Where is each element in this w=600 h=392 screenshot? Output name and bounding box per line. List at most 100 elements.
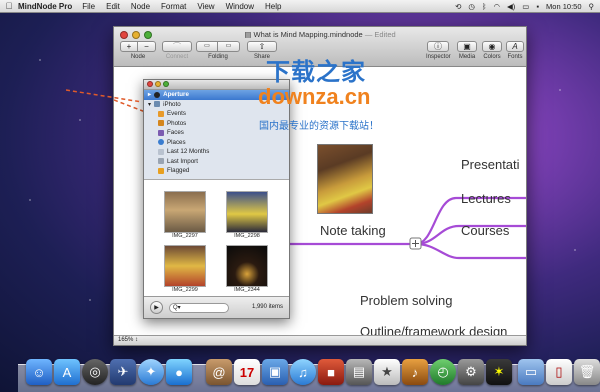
media-icon[interactable]: ▣ [457,41,477,52]
branch-presentation[interactable]: Presentati [461,157,520,172]
applications-folder-icon[interactable]: ▭ [518,359,544,385]
menu-bar:  MindNode Pro File Edit Node Format Vie… [0,0,600,13]
zoom-level[interactable]: 165% [118,337,133,343]
sync-icon[interactable]: ⟲ [455,2,461,11]
source-label: Places [167,138,186,146]
menu-window[interactable]: Window [226,2,254,11]
thumbnail-image [226,191,268,233]
address-book-icon[interactable]: @ [206,359,232,385]
ical-icon[interactable]: 17 [234,359,260,385]
source-label: Last Import [167,157,198,165]
edited-status: — Edited [364,30,396,39]
import-icon [158,158,164,165]
menu-format[interactable]: Format [161,2,186,11]
wifi-icon[interactable]: ◠ [493,2,500,11]
media-label: Media [458,54,476,60]
menu-view[interactable]: View [197,2,214,11]
source-item-places[interactable]: Places [144,138,289,148]
menubar-clock[interactable]: Mon 10:50 [546,2,581,11]
folding-group: ▭ ▭ Folding [196,41,240,60]
thumbnail-image [164,245,206,287]
node-label: Node [130,54,146,60]
add-node-button[interactable]: + [120,41,138,52]
battery-icon[interactable]: ▭ [522,2,529,11]
fold-button[interactable]: ▭ [196,41,218,52]
volume-icon[interactable]: ◀) [507,2,515,11]
connect-button[interactable]: ⌒ [162,41,192,52]
unfold-button[interactable]: ▭ [218,41,240,52]
play-icon[interactable]: ▶ [150,301,163,314]
share-button[interactable]: ⇧ [247,41,277,52]
center-node-label[interactable]: Note taking [320,223,386,238]
thumbnail-item[interactable]: IMG_2298 [226,191,268,239]
connect-label: Connect [165,54,189,60]
panel-bottom-bar: ▶ Q▾ 1,990 items [144,296,289,318]
clock-icon[interactable]: ◷ [468,2,475,11]
branch-courses[interactable]: Courses [461,223,509,238]
calendar-icon [158,148,164,155]
thumbnail-item[interactable]: IMG_2297 [164,191,206,239]
app-store-icon[interactable]: A [54,359,80,385]
inspector-label: Inspector [426,54,451,60]
thumbnail-caption: IMG_2298 [234,233,260,239]
color-wheel-icon[interactable]: ◉ [482,41,502,52]
source-item-flagged[interactable]: Flagged [144,166,289,176]
thumbnail-caption: IMG_2344 [234,287,260,293]
imovie-icon[interactable]: ★ [374,359,400,385]
dock: ☺ A ◎ ✈ ✦ ● @ 17 ▣ ♫ ■ ▤ ★ ♪ ◴ ⚙ ✶ ▭ ▯ 🗑 [18,359,600,392]
info-icon[interactable]: ⓘ [427,41,449,52]
branch-problem-solving[interactable]: Problem solving [360,293,453,308]
photos-icon [158,120,164,127]
source-item-last-12-months[interactable]: Last 12 Months [144,147,289,157]
app-menu[interactable]: MindNode Pro [18,2,72,11]
source-label: Last 12 Months [167,148,210,156]
folding-label: Folding [208,54,228,60]
preview-icon[interactable]: ▣ [262,359,288,385]
flag-icon [158,167,164,174]
source-label: Faces [167,129,184,137]
facetime-icon[interactable]: ● [166,359,192,385]
branch-lectures[interactable]: Lectures [461,191,511,206]
safari-icon[interactable]: ✦ [138,359,164,385]
watermark-domain: downza.cn [258,84,371,109]
photo-booth-icon[interactable]: ■ [318,359,344,385]
balloon-image[interactable] [317,144,373,214]
zoom-stepper-icon[interactable]: ↕ [135,337,138,343]
font-icon[interactable]: A [506,41,524,52]
garageband-icon[interactable]: ♪ [402,359,428,385]
mail-icon[interactable]: ✈ [110,359,136,385]
menu-node[interactable]: Node [131,2,150,11]
itunes-icon[interactable]: ♫ [290,359,316,385]
time-machine-icon[interactable]: ◴ [430,359,456,385]
flag-icon[interactable]: ▪ [536,2,539,11]
globe-icon [158,139,164,146]
source-item-last-import[interactable]: Last Import [144,157,289,167]
iphoto-dock-icon[interactable]: ▤ [346,359,372,385]
status-bar: 165% ↕ [114,335,526,345]
branch-line-courses [415,242,526,260]
menu-file[interactable]: File [82,2,95,11]
bluetooth-icon[interactable]: ᛒ [482,2,487,11]
media-group: ▣ Media [456,41,478,60]
menu-edit[interactable]: Edit [106,2,120,11]
dashed-arrow [66,89,143,103]
source-label: Photos [167,119,187,127]
thumbnail-image [226,245,268,287]
menu-help[interactable]: Help [265,2,281,11]
system-preferences-icon[interactable]: ⚙ [458,359,484,385]
apple-menu-icon[interactable]:  [0,1,18,11]
colors-label: Colors [483,54,501,60]
document-icon: ▤ [244,30,252,39]
thumbnail-item[interactable]: IMG_2344 [226,245,268,293]
trash-icon[interactable]: 🗑 [574,359,600,385]
mindnode-dock-icon[interactable]: ✶ [486,359,512,385]
finder-icon[interactable]: ☺ [26,359,52,385]
media-search-input[interactable]: Q▾ [169,303,229,313]
spotlight-icon[interactable]: ⚲ [589,2,595,11]
connect-group: ⌒ Connect [162,41,192,60]
watermark-logo: 下载之家 [266,59,366,86]
dashboard-icon[interactable]: ◎ [82,359,108,385]
remove-node-button[interactable]: − [138,41,156,52]
document-stack-icon[interactable]: ▯ [546,359,572,385]
thumbnail-item[interactable]: IMG_2299 [164,245,206,293]
